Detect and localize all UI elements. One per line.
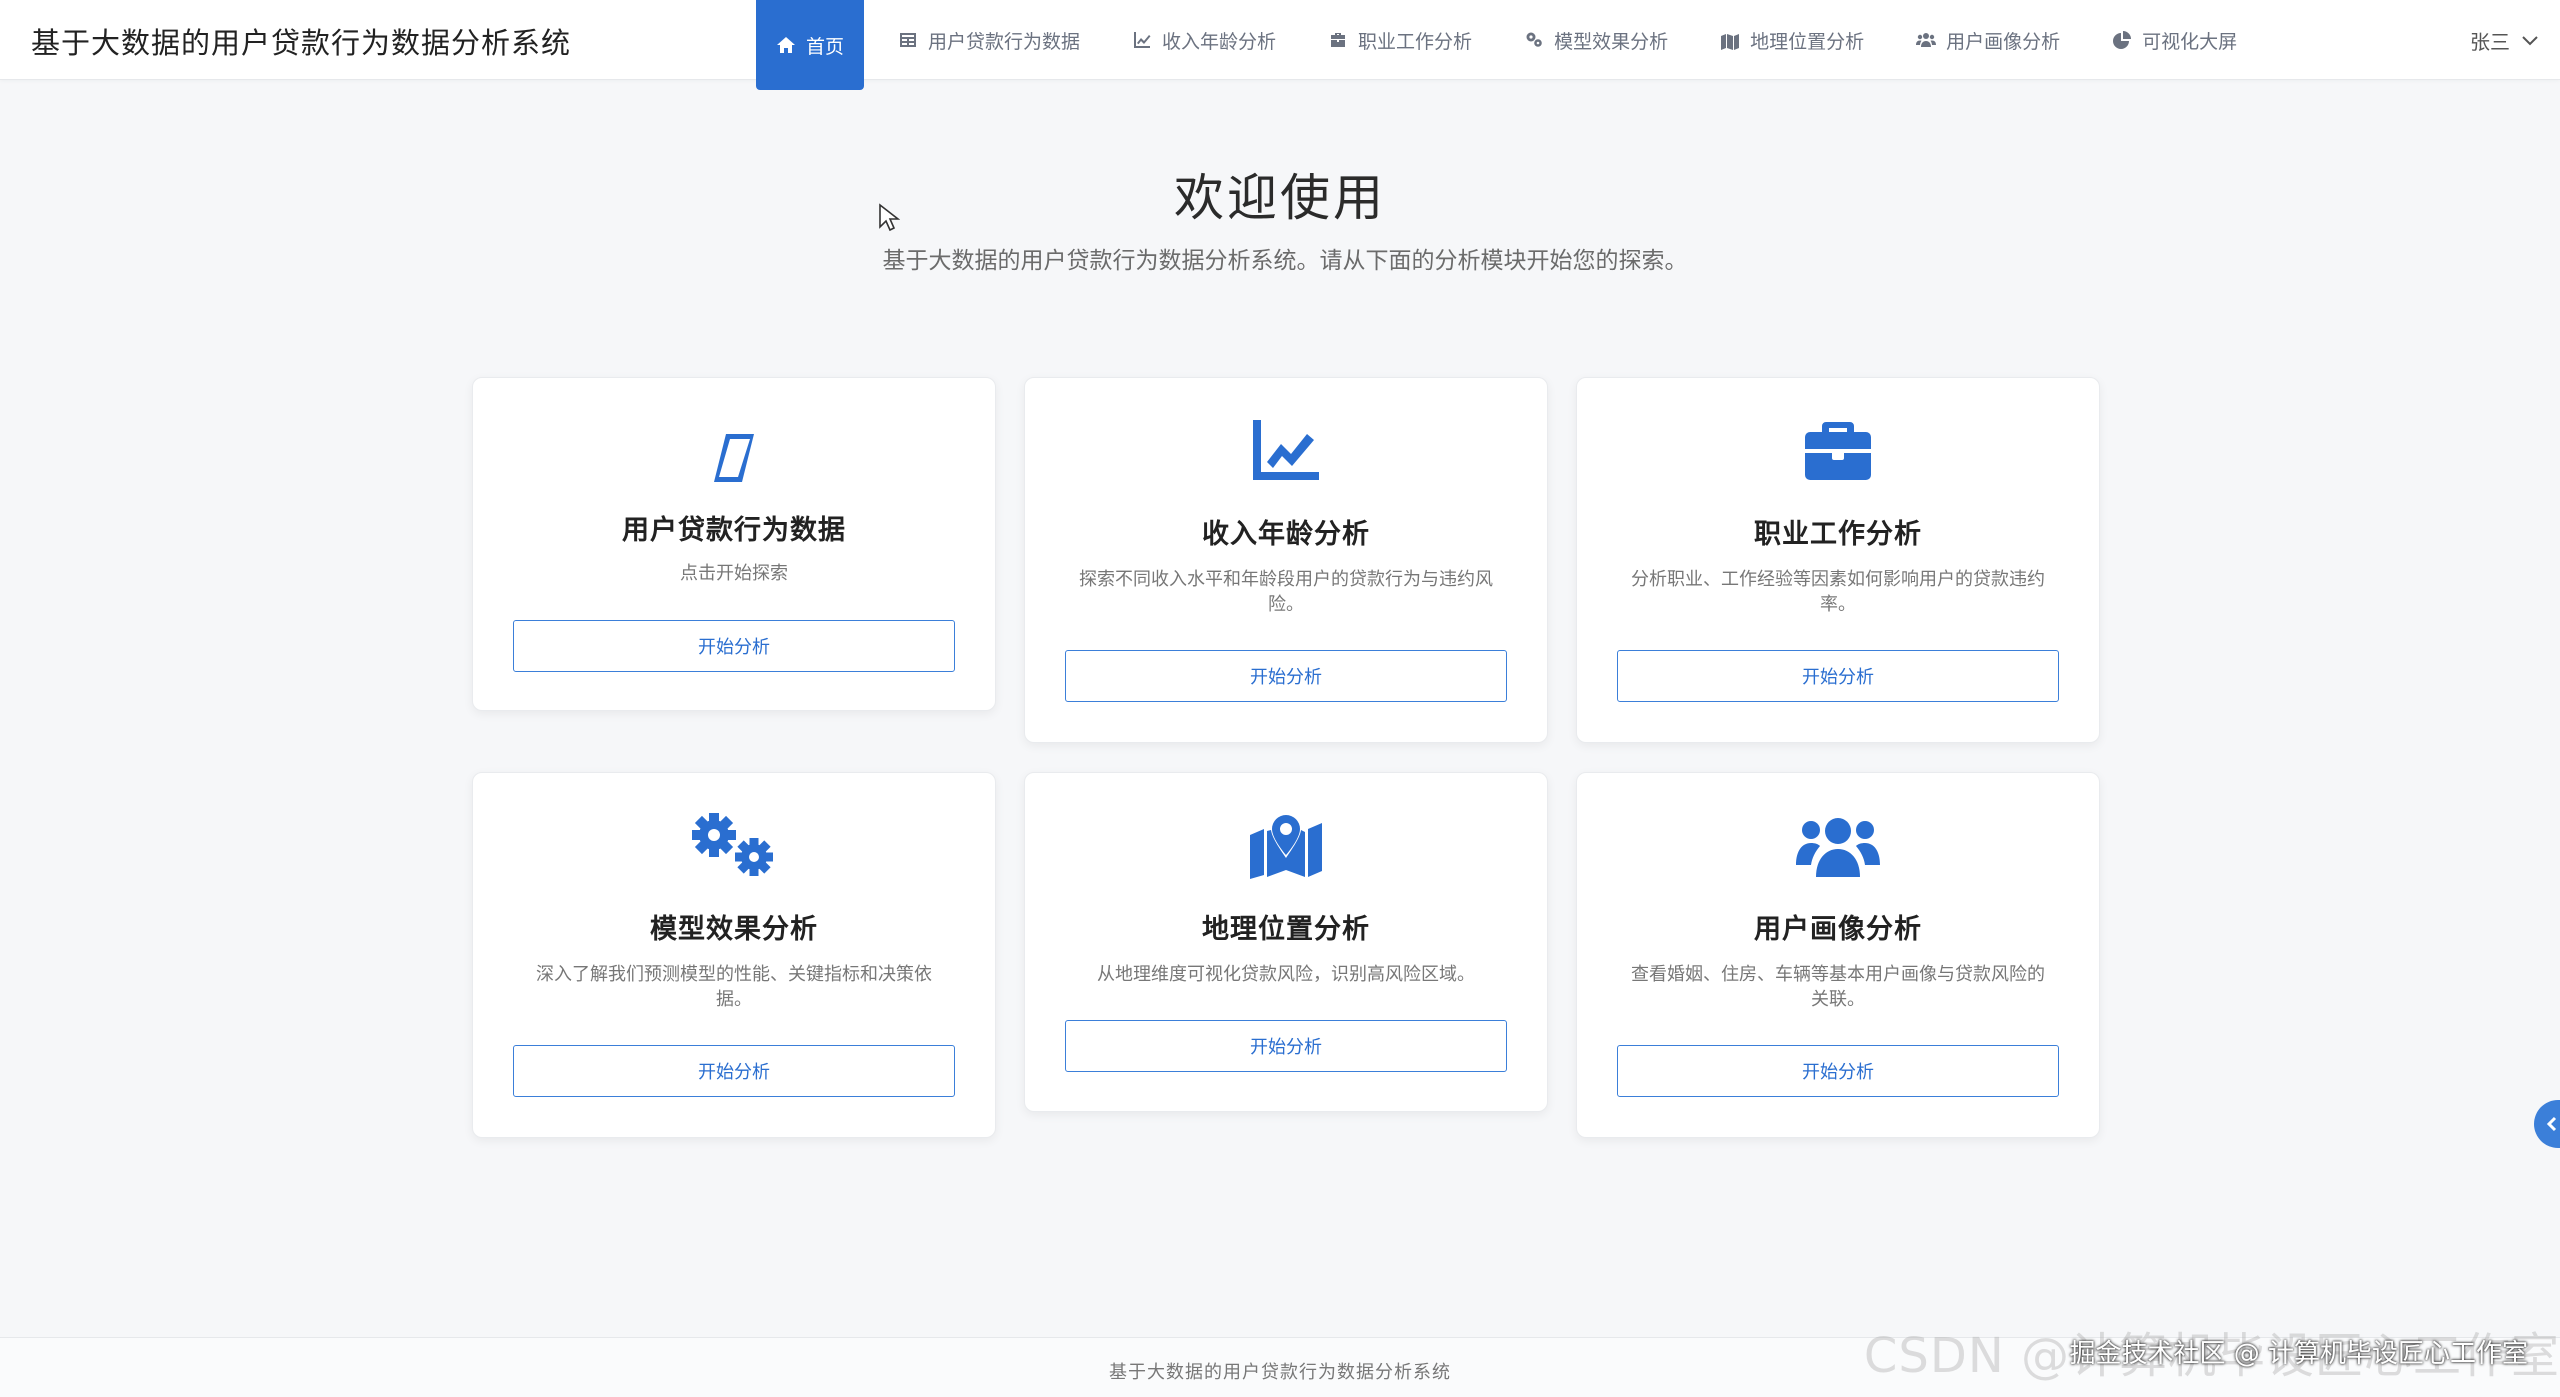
- nav-item-label: 用户贷款行为数据: [928, 30, 1081, 53]
- top-navbar: 基于大数据的用户贷款行为数据分析系统 首页 用户贷款行为数据 收入年龄分析 职业…: [0, 0, 2560, 90]
- nav-item-home[interactable]: 首页: [756, 0, 865, 90]
- line-chart-icon: [1134, 32, 1151, 48]
- line-chart-icon: [1025, 418, 1547, 482]
- app-title: 基于大数据的用户贷款行为数据分析系统: [31, 26, 572, 60]
- watermark-overlay: 掘金技术社区 @ 计算机毕设匠心工作室: [2069, 1339, 2528, 1369]
- nav-item-label: 可视化大屏: [2142, 30, 2238, 53]
- briefcase-icon: [1577, 418, 2099, 482]
- start-analysis-button[interactable]: 开始分析: [513, 620, 955, 672]
- welcome-subtitle: 基于大数据的用户贷款行为数据分析系统。请从下面的分析模块开始您的探索。: [882, 248, 1688, 274]
- start-analysis-button[interactable]: 开始分析: [1617, 650, 2059, 702]
- nav-item-label: 地理位置分析: [1750, 30, 1865, 53]
- card-description: 探索不同收入水平和年龄段用户的贷款行为与违约风险。: [1079, 569, 1493, 615]
- module-card-occupation: 职业工作分析 分析职业、工作经验等因素如何影响用户的贷款违约率。 开始分析: [1576, 377, 2100, 743]
- start-analysis-button[interactable]: 开始分析: [513, 1045, 955, 1097]
- module-card-loan-data: 用户贷款行为数据 点击开始探索 开始分析: [472, 377, 996, 711]
- start-analysis-button[interactable]: 开始分析: [1617, 1045, 2059, 1097]
- nav-item-label: 首页: [806, 35, 845, 58]
- briefcase-icon: [1331, 33, 1346, 47]
- nav-item-dashboard[interactable]: 可视化大屏: [2086, 0, 2263, 80]
- nav-item-label: 用户画像分析: [1946, 30, 2061, 53]
- nav-item-label: 职业工作分析: [1358, 30, 1473, 53]
- home-icon: [777, 37, 795, 53]
- card-title: 用户贷款行为数据: [622, 515, 846, 546]
- map-icon: [1721, 34, 1740, 50]
- nav-item-profile[interactable]: 用户画像分析: [1890, 0, 2086, 80]
- card-title: 模型效果分析: [650, 914, 818, 945]
- map-icon: [1025, 813, 1547, 879]
- nav-item-model[interactable]: 模型效果分析: [1498, 0, 1694, 80]
- nav-item-occupation[interactable]: 职业工作分析: [1302, 0, 1498, 80]
- table-icon: [900, 33, 917, 47]
- card-description: 分析职业、工作经验等因素如何影响用户的贷款违约率。: [1631, 569, 2045, 615]
- cogs-icon: [1526, 32, 1542, 47]
- module-card-geo: 地理位置分析 从地理维度可视化贷款风险，识别高风险区域。 开始分析: [1024, 772, 1548, 1112]
- cogs-icon: [473, 813, 995, 879]
- card-description: 从地理维度可视化贷款风险，识别高风险区域。: [1097, 964, 1475, 985]
- nav-item-geo[interactable]: 地理位置分析: [1694, 0, 1890, 80]
- start-analysis-button[interactable]: 开始分析: [1065, 1020, 1507, 1072]
- users-icon: [1577, 813, 2099, 879]
- start-analysis-button[interactable]: 开始分析: [1065, 650, 1507, 702]
- user-name: 张三: [2470, 29, 2510, 54]
- module-card-model: 模型效果分析 深入了解我们预测模型的性能、关键指标和决策依据。 开始分析: [472, 772, 996, 1138]
- card-description: 深入了解我们预测模型的性能、关键指标和决策依据。: [536, 964, 932, 1010]
- parallelogram-icon: [473, 430, 995, 486]
- user-menu[interactable]: 张三: [2470, 0, 2540, 80]
- nav-item-label: 收入年龄分析: [1162, 30, 1277, 53]
- users-icon: [1916, 33, 1937, 47]
- nav-item-label: 模型效果分析: [1554, 30, 1669, 53]
- pie-chart-icon: [2113, 31, 2132, 49]
- nav-item-loan-data[interactable]: 用户贷款行为数据: [872, 0, 1106, 80]
- main-nav: 首页 用户贷款行为数据 收入年龄分析 职业工作分析 模型效果分析 地理位置分析 …: [756, 0, 2263, 90]
- nav-item-income-age[interactable]: 收入年龄分析: [1106, 0, 1302, 80]
- card-title: 职业工作分析: [1754, 519, 1922, 550]
- module-card-profile: 用户画像分析 查看婚姻、住房、车辆等基本用户画像与贷款风险的关联。 开始分析: [1576, 772, 2100, 1138]
- module-card-income-age: 收入年龄分析 探索不同收入水平和年龄段用户的贷款行为与违约风险。 开始分析: [1024, 377, 1548, 743]
- card-description: 查看婚姻、住房、车辆等基本用户画像与贷款风险的关联。: [1631, 964, 2045, 1010]
- welcome-title: 欢迎使用: [1174, 169, 1386, 227]
- chevron-down-icon: [2522, 36, 2538, 46]
- card-title: 用户画像分析: [1754, 914, 1922, 945]
- card-title: 地理位置分析: [1202, 914, 1370, 945]
- card-description: 点击开始探索: [680, 563, 788, 584]
- mouse-cursor-icon: [878, 203, 901, 237]
- side-panel-toggle[interactable]: [2534, 1100, 2560, 1148]
- card-title: 收入年龄分析: [1202, 519, 1370, 550]
- chevron-left-icon: [2546, 1116, 2557, 1132]
